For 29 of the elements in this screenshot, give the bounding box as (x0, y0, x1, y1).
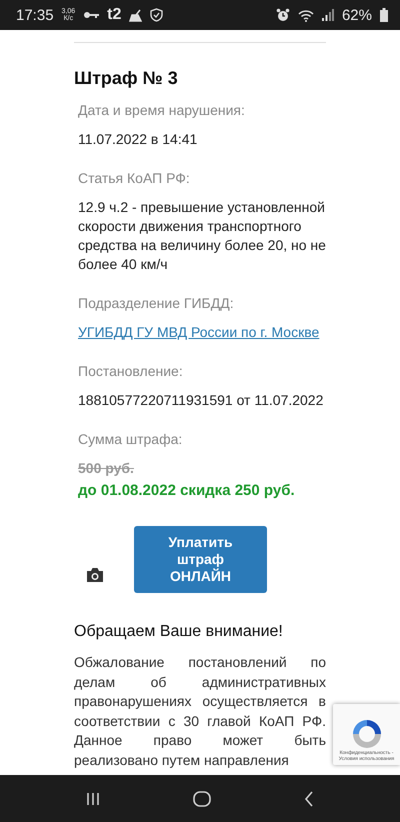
field-label: Статья КоАП РФ: (78, 169, 191, 188)
notice-title: Обращаем Ваше внимание! (74, 623, 284, 641)
home-icon[interactable] (192, 790, 211, 806)
pay-online-button[interactable]: Уплатить штраф ОНЛАЙН (134, 526, 267, 593)
recent-apps-icon[interactable] (86, 792, 100, 806)
field-label: Подразделение ГИБДД: (78, 294, 235, 313)
department-link[interactable]: УГИБДД ГУ МВД России по г. Москве (78, 323, 326, 342)
notice-paragraph: Обжалование постановлений по делам об административных правонарушениях осуществляется в соответствии с 30 главой КоАП РФ. Данное право может быть реализовано путем направления (74, 653, 326, 770)
field-value: 18810577220711931591 от 11.07.2022 (78, 391, 324, 410)
field-label: Сумма штрафа: (78, 430, 184, 449)
field-label: Дата и время нарушения: (78, 101, 246, 120)
field-label: Постановление: (78, 362, 184, 381)
discount-text: до 01.08.2022 скидка 250 руб. (78, 481, 296, 500)
old-amount: 500 руб. (78, 459, 135, 478)
shield-icon (150, 8, 164, 22)
fine-title: Штраф № 3 (74, 68, 179, 89)
battery-percent: 62% (342, 6, 372, 24)
field-value: 11.07.2022 в 14:41 (78, 130, 198, 149)
camera-icon[interactable] (86, 567, 104, 583)
broom-icon (129, 8, 142, 22)
signal-icon (322, 9, 334, 21)
wifi-icon (298, 8, 314, 22)
field-value: 12.9 ч.2 - превышение установленной скорости движения транспортного средства на величину более 20, но не более 40 км/ч (78, 198, 326, 274)
clock: 17:35 (16, 6, 54, 24)
alarm-icon (276, 8, 290, 22)
back-icon[interactable] (304, 790, 314, 806)
key-icon (83, 11, 100, 19)
battery-icon (380, 8, 388, 22)
carrier-label: t2 (107, 6, 122, 24)
